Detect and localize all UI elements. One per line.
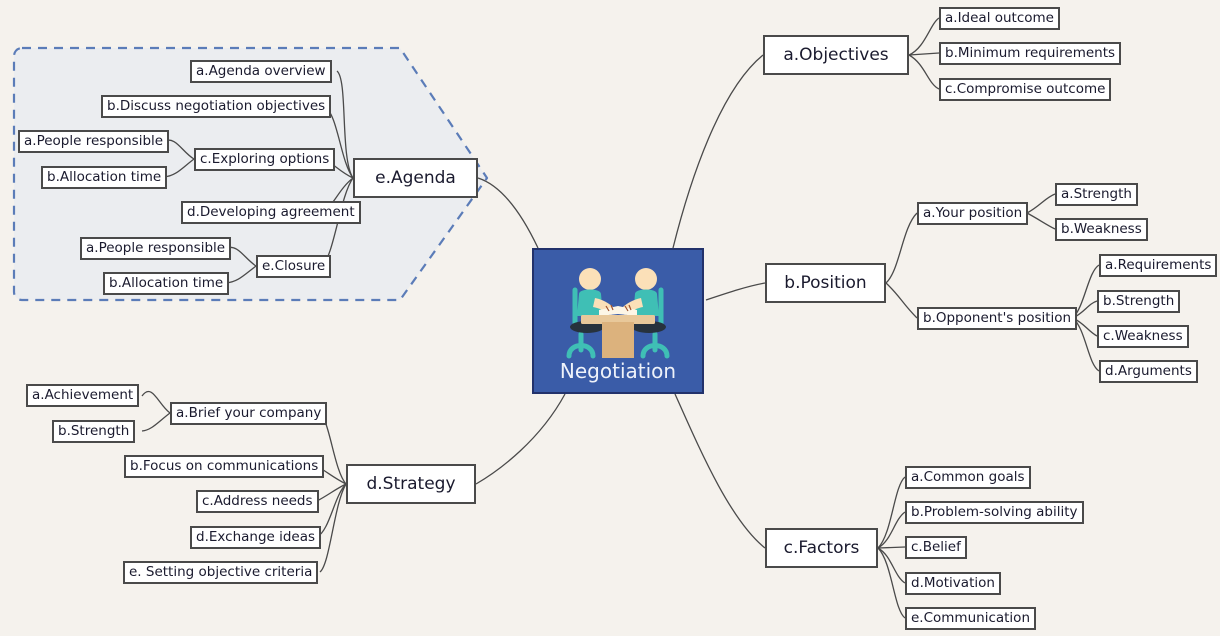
leaf-your-position[interactable]: a.Your position <box>917 202 1029 225</box>
leaf-exploring-options[interactable]: c.Exploring options <box>194 148 336 171</box>
leaf-your-position-weakness[interactable]: b.Weakness <box>1055 218 1148 241</box>
leaf-opponent-arguments[interactable]: d.Arguments <box>1099 360 1198 383</box>
leaf-minimum-requirements[interactable]: b.Minimum requirements <box>939 42 1122 65</box>
leaf-agenda-overview[interactable]: a.Agenda overview <box>190 60 332 83</box>
leaf-setting-objective-criteria[interactable]: e. Setting objective criteria <box>123 561 319 584</box>
leaf-discuss-negotiation-objectives[interactable]: b.Discuss negotiation objectives <box>101 95 332 118</box>
leaf-ideal-outcome[interactable]: a.Ideal outcome <box>939 7 1060 30</box>
branch-node-position[interactable]: b.Position <box>765 263 886 303</box>
center-node-label: Negotiation <box>559 359 677 383</box>
leaf-opponents-position[interactable]: b.Opponent's position <box>917 307 1078 330</box>
leaf-exploring-allocation-time[interactable]: b.Allocation time <box>41 166 168 189</box>
leaf-address-needs[interactable]: c.Address needs <box>196 490 319 513</box>
leaf-opponent-weakness[interactable]: c.Weakness <box>1097 325 1189 348</box>
leaf-brief-strength[interactable]: b.Strength <box>52 420 136 443</box>
branch-node-objectives[interactable]: a.Objectives <box>763 35 909 75</box>
branch-node-agenda[interactable]: e.Agenda <box>353 158 478 198</box>
leaf-closure-allocation-time[interactable]: b.Allocation time <box>103 272 230 295</box>
leaf-compromise-outcome[interactable]: c.Compromise outcome <box>939 78 1112 101</box>
mindmap-canvas: Negotiation a.Objectives b.Position c.Fa… <box>0 0 1220 636</box>
leaf-developing-agreement[interactable]: d.Developing agreement <box>181 201 361 224</box>
center-node-negotiation[interactable]: Negotiation <box>532 248 704 394</box>
leaf-problem-solving-ability[interactable]: b.Problem-solving ability <box>905 501 1084 524</box>
branch-node-factors[interactable]: c.Factors <box>765 528 878 568</box>
leaf-belief[interactable]: c.Belief <box>905 536 967 559</box>
leaf-closure-people-responsible[interactable]: a.People responsible <box>80 237 232 260</box>
leaf-motivation[interactable]: d.Motivation <box>905 572 1001 595</box>
leaf-communication[interactable]: e.Communication <box>905 607 1037 630</box>
leaf-focus-on-communications[interactable]: b.Focus on communications <box>124 455 325 478</box>
leaf-brief-your-company[interactable]: a.Brief your company <box>170 402 328 425</box>
leaf-exploring-people-responsible[interactable]: a.People responsible <box>18 130 170 153</box>
branch-node-strategy[interactable]: d.Strategy <box>346 464 476 504</box>
leaf-opponent-requirements[interactable]: a.Requirements <box>1099 254 1218 277</box>
leaf-opponent-strength[interactable]: b.Strength <box>1097 290 1181 313</box>
leaf-your-position-strength[interactable]: a.Strength <box>1055 183 1138 206</box>
leaf-exchange-ideas[interactable]: d.Exchange ideas <box>190 526 322 549</box>
leaf-common-goals[interactable]: a.Common goals <box>905 466 1031 489</box>
leaf-closure[interactable]: e.Closure <box>256 255 332 278</box>
negotiation-table-illustration <box>566 268 670 359</box>
leaf-brief-achievement[interactable]: a.Achievement <box>26 384 140 407</box>
